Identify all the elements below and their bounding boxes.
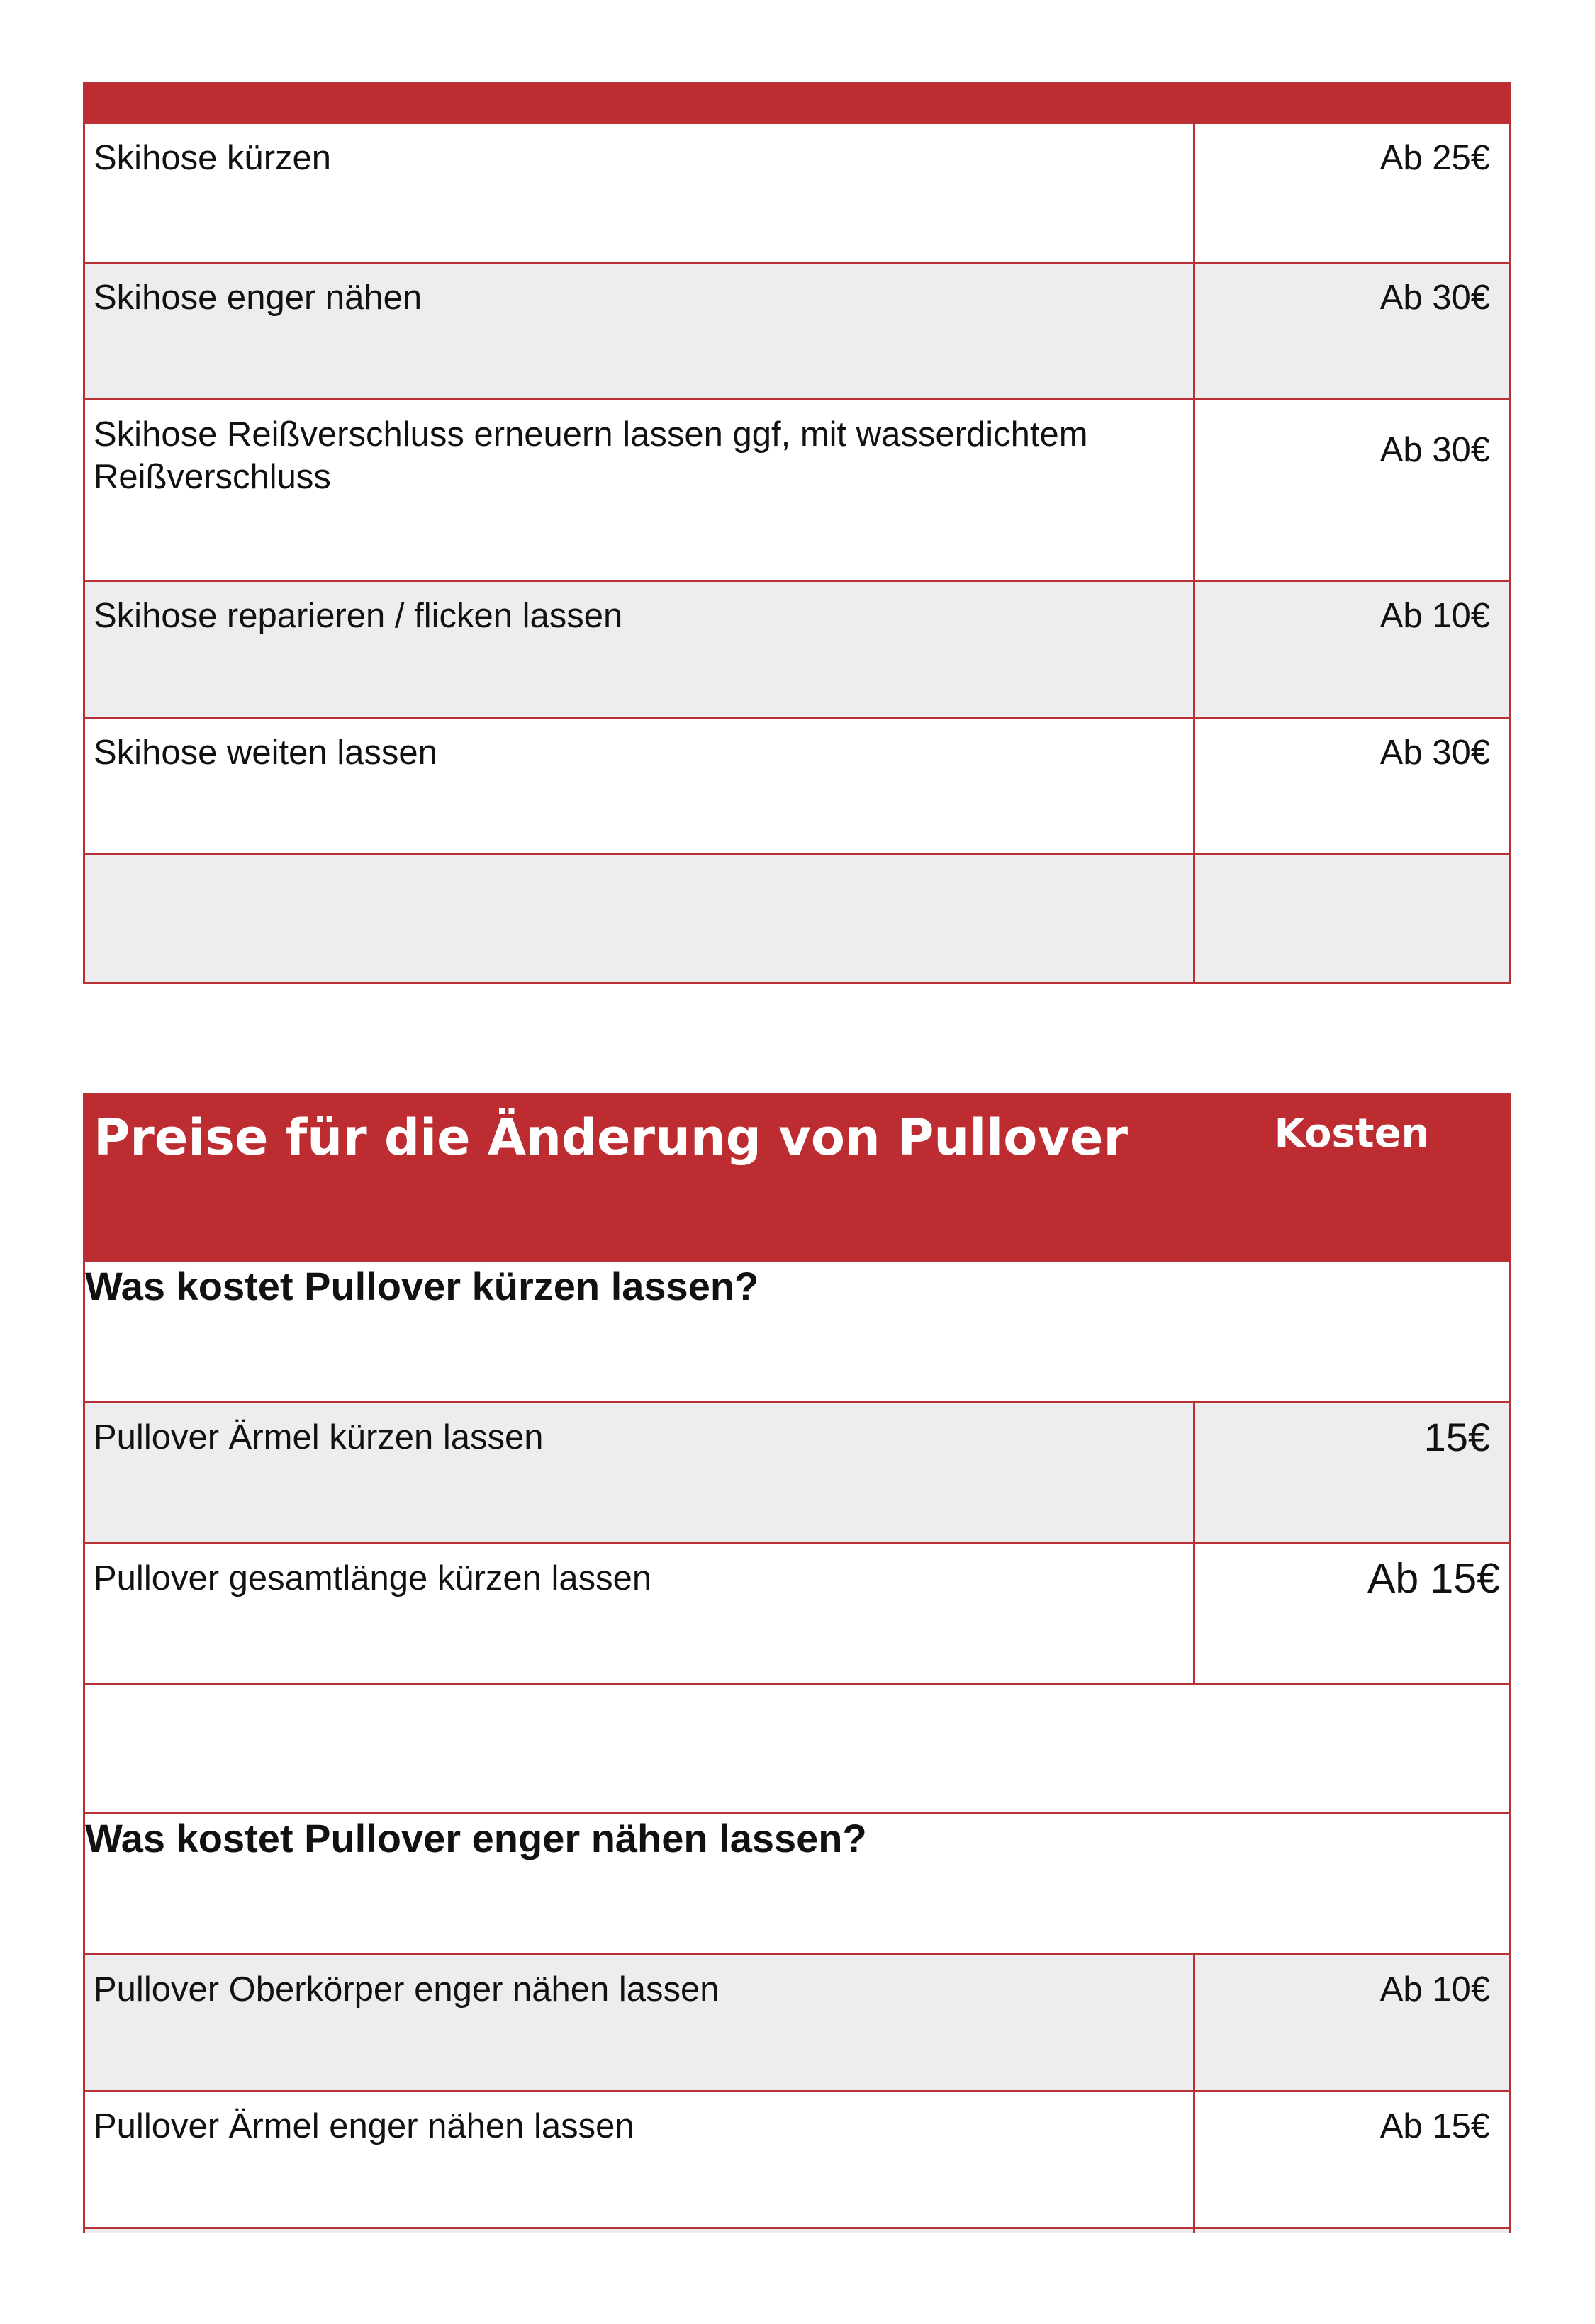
item-description: Skihose kürzen [83,122,1195,264]
item-cost: Ab 10€ [1193,580,1511,719]
item-description: Skihose Reißverschluss erneuern lassen g… [83,398,1195,582]
table-header: Preise für die Änderung von Pullover Kos… [83,1093,1511,1262]
item-cost: Ab 30€ [1193,717,1511,855]
item-description: Pullover gesamtlänge kürzen lassen [83,1542,1195,1685]
table-row: Pullover Ärmel kürzen lassen 15€ [83,1401,1511,1544]
item-description: Skihose enger nähen [83,262,1195,400]
item-cost [1193,853,1511,984]
table-row: Skihose enger nähen Ab 30€ [83,262,1511,400]
section-question-row: Was kostet Pullover kürzen lassen? [83,1260,1511,1403]
table-row: Skihose kürzen Ab 25€ [83,122,1511,264]
table-row: Skihose reparieren / flicken lassen Ab 1… [83,580,1511,719]
page-bottom-margin [0,2233,1595,2324]
item-description: Skihose reparieren / flicken lassen [83,580,1195,719]
table-row: Skihose Reißverschluss erneuern lassen g… [83,398,1511,582]
item-cost: Ab 30€ [1193,398,1511,582]
cost-column-header: Kosten [1193,1093,1511,1262]
item-cost: Ab 15€ [1193,2090,1511,2229]
table-row: Pullover Ärmel enger nähen lassen Ab 15€ [83,2090,1511,2229]
item-description: Pullover Oberkörper enger nähen lassen [83,1953,1195,2092]
table-row: Pullover Oberkörper enger nähen lassen A… [83,1953,1511,2092]
section-question: Was kostet Pullover kürzen lassen? [83,1260,1511,1403]
item-cost: Ab 25€ [1193,122,1511,264]
item-description: Pullover Ärmel kürzen lassen [83,1401,1195,1544]
table-title: Preise für die Änderung von Pullover [83,1093,1195,1262]
table-row: Pullover gesamtlänge kürzen lassen Ab 15… [83,1542,1511,1685]
item-description [83,853,1195,984]
section-question-row: Was kostet Pullover enger nähen lassen? [83,1812,1511,1955]
item-cost: Ab 15€ [1193,1542,1511,1685]
table-header-bar [83,82,1511,124]
pullover-price-table: Preise für die Änderung von Pullover Kos… [83,1093,1511,2272]
item-cost: Ab 10€ [1193,1953,1511,2092]
table-row: Skihose weiten lassen Ab 30€ [83,717,1511,855]
item-cost: Ab 30€ [1193,262,1511,400]
skihose-price-table: Skihose kürzen Ab 25€ Skihose enger nähe… [83,82,1511,984]
table-row-empty [83,1683,1511,1814]
item-cost: 15€ [1193,1401,1511,1544]
table-row-empty [83,853,1511,984]
item-description: Skihose weiten lassen [83,717,1195,855]
item-description: Pullover Ärmel enger nähen lassen [83,2090,1195,2229]
empty-cell [83,1683,1511,1814]
section-question: Was kostet Pullover enger nähen lassen? [83,1812,1511,1955]
